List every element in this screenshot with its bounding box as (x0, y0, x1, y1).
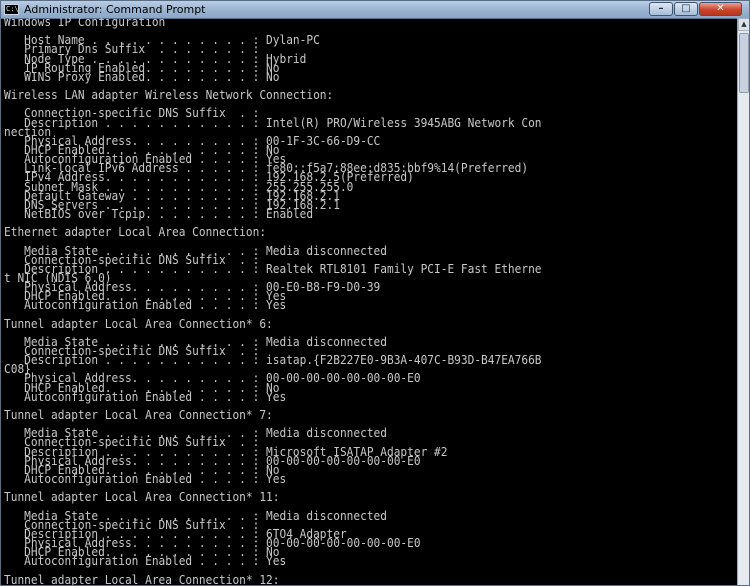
console-line: Tunnel adapter Local Area Connection* 7: (4, 408, 273, 423)
scroll-thumb[interactable] (739, 33, 749, 93)
close-button[interactable]: ✕ (699, 2, 742, 16)
console-line: Tunnel adapter Local Area Connection* 11… (4, 490, 280, 505)
console-line: Tunnel adapter Local Area Connection* 6: (4, 316, 273, 331)
console-output[interactable]: Windows IP Configuration Host Name . . .… (4, 18, 734, 586)
command-prompt-window: C:\ Administrator: Command Prompt – □ ✕ … (0, 0, 750, 586)
minimize-button[interactable]: – (649, 2, 673, 16)
console-line: Ethernet adapter Local Area Connection: (4, 225, 267, 240)
console-line: Windows IP Configuration (4, 18, 166, 29)
console-line: Autoconfiguration Enabled . . . . : Yes (4, 472, 287, 487)
console-line: Description . . . . . . . . . . . : Inte… (4, 115, 542, 130)
console-line: Autoconfiguration Enabled . . . . : Yes (4, 298, 287, 313)
console-line: Autoconfiguration Enabled . . . . : Yes (4, 554, 287, 569)
vertical-scrollbar[interactable]: ▲ (737, 18, 749, 585)
window-title: Administrator: Command Prompt (24, 3, 206, 16)
console-line: Description . . . . . . . . . . . : isat… (4, 353, 542, 368)
maximize-button[interactable]: □ (674, 2, 698, 16)
command-prompt-icon[interactable]: C:\ (4, 4, 19, 15)
console-line: Tunnel adapter Local Area Connection* 12… (4, 572, 280, 586)
console-line: Wireless LAN adapter Wireless Network Co… (4, 88, 334, 103)
title-bar[interactable]: C:\ Administrator: Command Prompt – □ ✕ (1, 1, 749, 19)
console-line: WINS Proxy Enabled. . . . . . . . : No (4, 69, 280, 84)
scroll-up-arrow-icon[interactable]: ▲ (738, 18, 749, 31)
console-line: Autoconfiguration Enabled . . . . : Yes (4, 389, 287, 404)
console-line: NetBIOS over Tcpip. . . . . . . . : Enab… (4, 206, 314, 221)
